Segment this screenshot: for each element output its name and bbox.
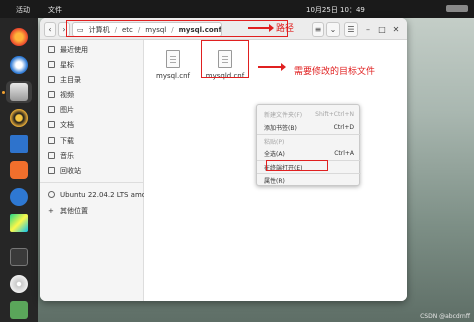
sidebar-item-label: 视频 <box>60 90 74 99</box>
target-file-highlight-box <box>201 40 249 78</box>
context-menu: 新建文件夹(F) Shift+Ctrl+N 添加书签(B) Ctrl+D 粘贴(P)… <box>256 104 361 186</box>
sidebar-item-recent[interactable]: 最近使用 <box>48 44 88 55</box>
pycharm-icon[interactable] <box>6 212 32 234</box>
trash-dock-icon[interactable] <box>6 299 32 321</box>
sidebar-item-ubuntu-disc[interactable]: Ubuntu 22.04.2 LTS amd64 <box>48 189 155 200</box>
list-view-button[interactable]: ≡ <box>312 22 324 37</box>
sidebar-item-trash[interactable]: 回收站 <box>48 165 81 176</box>
activities-button[interactable]: 活动 <box>16 5 30 15</box>
maximize-button[interactable]: □ <box>376 22 388 37</box>
menu-item-new-folder[interactable]: 新建文件夹(F) Shift+Ctrl+N <box>264 109 354 119</box>
sidebar-item-label: Ubuntu 22.04.2 LTS amd64 <box>60 190 156 199</box>
sidebar-item-label: 主目录 <box>60 75 81 84</box>
star-icon <box>48 61 55 68</box>
menu-item-paste[interactable]: 粘贴(P) <box>264 136 354 146</box>
path-annotation: 路径 <box>276 24 295 34</box>
app-center-icon[interactable] <box>6 159 32 181</box>
system-indicators[interactable] <box>446 5 468 12</box>
sidebar-item-documents[interactable]: 文档 <box>48 119 74 130</box>
files-icon[interactable] <box>6 81 32 103</box>
path-arrow <box>248 24 274 32</box>
music-icon <box>48 152 55 159</box>
menu-separator <box>257 134 361 135</box>
thunderbird-icon[interactable] <box>6 54 32 76</box>
clock-icon <box>48 46 55 53</box>
sidebar-item-other-locations[interactable]: + 其他位置 <box>48 205 88 216</box>
sidebar-item-label: 图片 <box>60 105 74 114</box>
sidebar-divider <box>40 182 144 183</box>
sidebar-item-label: 最近使用 <box>60 45 88 54</box>
sidebar-item-home[interactable]: 主目录 <box>48 74 81 85</box>
clock[interactable]: 10月25日 10：49 <box>306 5 365 15</box>
watermark: CSDN @abcdrnff <box>420 313 470 320</box>
firefox-icon[interactable] <box>6 26 32 48</box>
sidebar-item-label: 其他位置 <box>60 206 88 215</box>
view-options-button[interactable]: ⌄ <box>326 22 340 37</box>
home-icon <box>48 76 55 83</box>
running-indicator <box>2 91 5 94</box>
sidebar-item-music[interactable]: 音乐 <box>48 150 74 161</box>
app-menu[interactable]: 文件 <box>48 5 62 15</box>
disc-icon <box>48 191 55 198</box>
back-button[interactable]: ‹ <box>44 22 56 37</box>
sidebar: 最近使用 星标 主目录 视频 图片 文档 下载 音乐 回收站 Ubuntu 22… <box>40 40 155 301</box>
menu-item-add-bookmark[interactable]: 添加书签(B) Ctrl+D <box>264 122 354 132</box>
plus-icon: + <box>48 207 54 215</box>
sidebar-item-downloads[interactable]: 下载 <box>48 135 74 146</box>
terminal-icon[interactable] <box>6 246 32 268</box>
document-icon <box>48 121 55 128</box>
download-icon <box>48 137 55 144</box>
video-icon <box>48 91 55 98</box>
minimize-button[interactable]: – <box>362 22 374 37</box>
dvd-icon[interactable] <box>6 273 32 295</box>
dock <box>0 18 38 322</box>
sidebar-item-label: 文档 <box>60 120 74 129</box>
target-annotation: 需要修改的目标文件 <box>294 67 376 77</box>
file-name: mysql.cnf <box>156 72 190 80</box>
rhythmbox-icon[interactable] <box>6 107 32 129</box>
menu-item-select-all[interactable]: 全选(A) Ctrl+A <box>264 148 354 158</box>
sidebar-item-starred[interactable]: 星标 <box>48 59 74 70</box>
sidebar-item-label: 回收站 <box>60 166 81 175</box>
writer-icon[interactable] <box>6 133 32 155</box>
help-icon[interactable] <box>6 186 32 208</box>
sidebar-item-videos[interactable]: 视频 <box>48 89 74 100</box>
menu-item-properties[interactable]: 属性(R) <box>264 175 354 185</box>
sidebar-item-label: 星标 <box>60 60 74 69</box>
top-bar: 活动 文件 10月25日 10：49 <box>0 0 474 18</box>
open-terminal-highlight-box <box>266 160 328 171</box>
file-item[interactable]: mysql.cnf <box>152 50 194 80</box>
menu-button[interactable]: ☰ <box>344 22 358 37</box>
text-file-icon <box>166 50 180 68</box>
target-arrow <box>258 63 286 71</box>
close-button[interactable]: ✕ <box>390 22 402 37</box>
sidebar-item-label: 音乐 <box>60 151 74 160</box>
trash-icon <box>48 167 55 174</box>
image-icon <box>48 106 55 113</box>
sidebar-item-label: 下载 <box>60 136 74 145</box>
sidebar-item-pictures[interactable]: 图片 <box>48 104 74 115</box>
menu-separator <box>257 173 361 174</box>
